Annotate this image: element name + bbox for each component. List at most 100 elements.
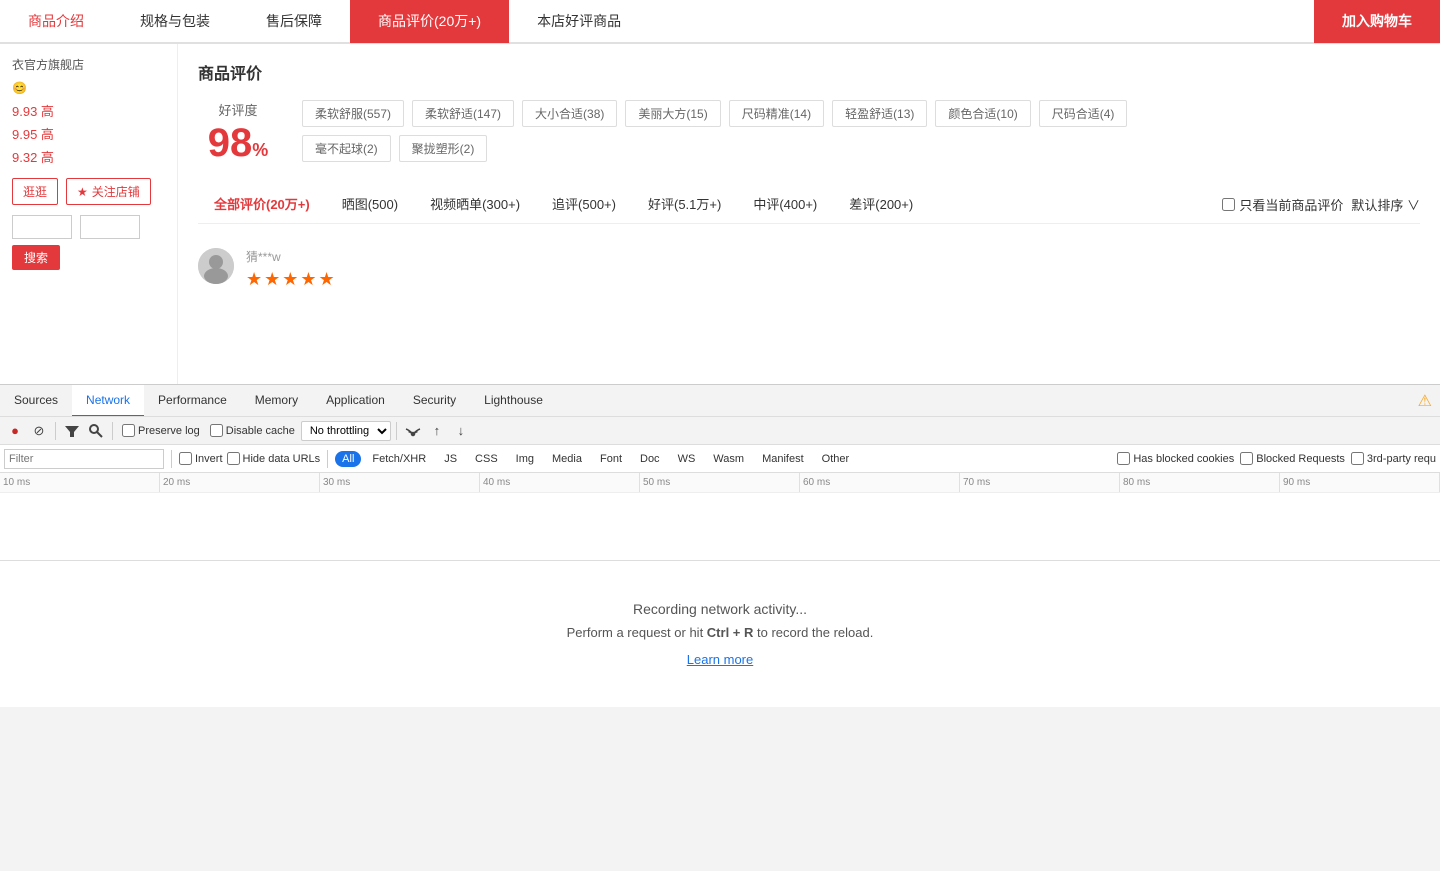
tag-9[interactable]: 聚拢塑形(2): [399, 135, 488, 162]
invert-checkbox[interactable]: Invert: [179, 452, 223, 465]
type-btn-js[interactable]: JS: [437, 451, 464, 467]
tag-3[interactable]: 美丽大方(15): [625, 100, 720, 127]
devtools-tabs: Sources Network Performance Memory Appli…: [0, 385, 1440, 417]
type-btn-all[interactable]: All: [335, 451, 361, 467]
nav-item-store-reviews[interactable]: 本店好评商品: [509, 0, 649, 43]
tag-5[interactable]: 轻盈舒适(13): [832, 100, 927, 127]
only-current-checkbox[interactable]: [1222, 198, 1235, 211]
search-button[interactable]: [85, 420, 107, 442]
devtools-tab-sources[interactable]: Sources: [0, 385, 72, 417]
hide-data-urls-checkbox[interactable]: Hide data URLs: [227, 452, 321, 465]
devtools-tab-network[interactable]: Network: [72, 385, 144, 417]
learn-more-link[interactable]: Learn more: [687, 652, 753, 667]
tag-2[interactable]: 大小合适(38): [522, 100, 617, 127]
type-btn-manifest[interactable]: Manifest: [755, 451, 811, 467]
tick-4: 50 ms: [640, 473, 800, 492]
filter-tab-video[interactable]: 视频晒单(300+): [414, 186, 536, 223]
preserve-log-input[interactable]: [122, 424, 135, 437]
filter-tab-positive[interactable]: 好评(5.1万+): [632, 186, 737, 223]
filter-tab-all[interactable]: 全部评价(20万+): [198, 186, 326, 223]
hide-data-urls-input[interactable]: [227, 452, 240, 465]
price-to-input[interactable]: [80, 215, 140, 239]
tags-area: 柔软舒服(557) 柔软舒适(147) 大小合适(38) 美丽大方(15) 尺码…: [302, 100, 1420, 170]
preserve-log-checkbox[interactable]: Preserve log: [118, 424, 204, 437]
download-button[interactable]: ↓: [450, 420, 472, 442]
third-party-input[interactable]: [1351, 452, 1364, 465]
buy-button[interactable]: 加入购物车: [1314, 0, 1440, 43]
devtools-tab-lighthouse[interactable]: Lighthouse: [470, 385, 557, 417]
wifi-icon-button[interactable]: [402, 420, 424, 442]
tick-7: 80 ms: [1120, 473, 1280, 492]
type-btn-font[interactable]: Font: [593, 451, 629, 467]
section-title: 商品评价: [198, 60, 1420, 84]
blocked-requests-input[interactable]: [1240, 452, 1253, 465]
only-current-label[interactable]: 只看当前商品评价: [1222, 195, 1343, 214]
tag-4[interactable]: 尺码精准(14): [729, 100, 824, 127]
type-btn-css[interactable]: CSS: [468, 451, 505, 467]
timeline-ruler: 10 ms 20 ms 30 ms 40 ms 50 ms 60 ms 70 m…: [0, 473, 1440, 493]
left-sidebar: 衣官方旗舰店 😊 9.93 高 9.95 高 9.32 高 逛逛 ★ 关注店铺 …: [0, 44, 178, 384]
disable-cache-input[interactable]: [210, 424, 223, 437]
nav-item-after-sales[interactable]: 售后保障: [238, 0, 350, 43]
type-btn-media[interactable]: Media: [545, 451, 589, 467]
filter-tab-photos[interactable]: 晒图(500): [326, 186, 414, 223]
devtools-toolbar: ● ⊘ Preserve log Disable cache No thrott…: [0, 417, 1440, 445]
nav-item-product-intro[interactable]: 商品介绍: [0, 0, 112, 43]
type-btn-doc[interactable]: Doc: [633, 451, 667, 467]
tick-1: 20 ms: [160, 473, 320, 492]
timeline-body: [0, 493, 1440, 561]
rating-number: 98%: [198, 123, 278, 163]
follow-store-button[interactable]: ★ 关注店铺: [66, 178, 151, 205]
reviewer-name: 猜***w: [246, 248, 1420, 265]
filter-tab-negative[interactable]: 差评(200+): [833, 186, 929, 223]
timeline: 10 ms 20 ms 30 ms 40 ms 50 ms 60 ms 70 m…: [0, 473, 1440, 561]
has-blocked-cookies-checkbox[interactable]: Has blocked cookies: [1117, 452, 1234, 465]
empty-state-main: Recording network activity...: [633, 601, 807, 617]
filter-tab-followup[interactable]: 追评(500+): [536, 186, 632, 223]
tag-7[interactable]: 尺码合适(4): [1039, 100, 1128, 127]
browse-button[interactable]: 逛逛: [12, 178, 58, 205]
record-button[interactable]: ●: [4, 420, 26, 442]
tick-6: 70 ms: [960, 473, 1120, 492]
devtools-tab-memory[interactable]: Memory: [241, 385, 312, 417]
rating-score-box: 好评度 98%: [198, 100, 278, 163]
type-btn-ws[interactable]: WS: [671, 451, 703, 467]
stop-button[interactable]: ⊘: [28, 420, 50, 442]
tag-0[interactable]: 柔软舒服(557): [302, 100, 404, 127]
tag-1[interactable]: 柔软舒适(147): [412, 100, 514, 127]
has-blocked-cookies-input[interactable]: [1117, 452, 1130, 465]
price-row-2: 9.95 高: [12, 124, 165, 143]
tag-6[interactable]: 颜色合适(10): [935, 100, 1030, 127]
sort-dropdown[interactable]: 默认排序 ∨: [1351, 195, 1420, 214]
tag-8[interactable]: 毫不起球(2): [302, 135, 391, 162]
store-name: 衣官方旗舰店: [12, 56, 165, 73]
filter-bar: Invert Hide data URLs All Fetch/XHR JS C…: [0, 445, 1440, 473]
upload-button[interactable]: ↑: [426, 420, 448, 442]
type-btn-fetch[interactable]: Fetch/XHR: [365, 451, 433, 467]
nav-item-reviews[interactable]: 商品评价(20万+): [350, 0, 509, 43]
filter-input[interactable]: [4, 449, 164, 469]
third-party-checkbox[interactable]: 3rd-party requ: [1351, 452, 1436, 465]
search-button[interactable]: 搜索: [12, 245, 60, 270]
type-btn-wasm[interactable]: Wasm: [706, 451, 751, 467]
type-btn-other[interactable]: Other: [815, 451, 857, 467]
type-btn-img[interactable]: Img: [509, 451, 541, 467]
blocked-requests-checkbox[interactable]: Blocked Requests: [1240, 452, 1345, 465]
price-from-input[interactable]: [12, 215, 72, 239]
empty-state: Recording network activity... Perform a …: [0, 561, 1440, 707]
review-item: 猜***w ★★★★★: [198, 236, 1420, 302]
disable-cache-checkbox[interactable]: Disable cache: [206, 424, 299, 437]
filter-button[interactable]: [61, 420, 83, 442]
invert-input[interactable]: [179, 452, 192, 465]
devtools-tab-security[interactable]: Security: [399, 385, 470, 417]
throttle-select[interactable]: No throttling Fast 3G Slow 3G: [301, 421, 391, 441]
review-content: 商品评价 好评度 98% 柔软舒服(557) 柔软舒适(147) 大小合适(38…: [178, 44, 1440, 384]
nav-item-specs[interactable]: 规格与包装: [112, 0, 238, 43]
filter-sep-2: [327, 450, 328, 468]
devtools-tab-performance[interactable]: Performance: [144, 385, 241, 417]
devtools-tab-application[interactable]: Application: [312, 385, 399, 417]
reviewer-stars: ★★★★★: [246, 269, 1420, 290]
toolbar-separator-3: [396, 422, 397, 440]
empty-state-sub: Perform a request or hit Ctrl + R to rec…: [567, 625, 874, 640]
filter-tab-neutral[interactable]: 中评(400+): [737, 186, 833, 223]
